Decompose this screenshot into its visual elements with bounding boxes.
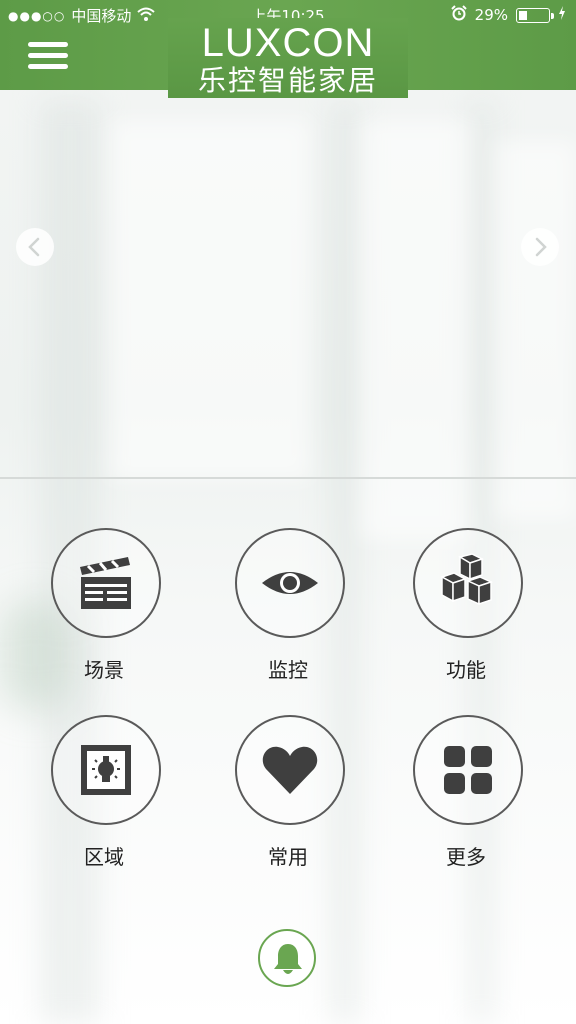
- battery-percent: 29%: [474, 6, 508, 24]
- app-screen: ●●●○○ 中国移动 上午10:25 29% LUXCON 乐控智能家居 场景 …: [0, 0, 576, 1024]
- tile-label: 场景: [84, 658, 124, 682]
- battery-icon: [516, 7, 554, 23]
- chevron-left-icon[interactable]: [16, 228, 54, 266]
- menu-icon[interactable]: [26, 40, 70, 72]
- clapperboard-icon: [51, 528, 161, 638]
- heart-icon: [235, 715, 345, 825]
- tile-area[interactable]: 区域: [31, 715, 181, 875]
- tile-label: 常用: [268, 845, 308, 869]
- tile-label: 功能: [446, 658, 486, 682]
- alarm-icon: [450, 5, 467, 25]
- tile-monitor[interactable]: 监控: [215, 528, 365, 688]
- tile-label: 更多: [446, 845, 486, 869]
- banner-carousel[interactable]: [0, 90, 576, 478]
- bell-icon[interactable]: [258, 929, 316, 987]
- tile-favorites[interactable]: 常用: [215, 715, 365, 875]
- logo: LUXCON 乐控智能家居: [168, 18, 408, 98]
- tile-label: 监控: [268, 658, 308, 682]
- chevron-right-icon[interactable]: [521, 228, 559, 266]
- tile-function[interactable]: 功能: [393, 528, 543, 688]
- cubes-icon: [413, 528, 523, 638]
- tile-scene[interactable]: 场景: [31, 528, 181, 688]
- tile-more[interactable]: 更多: [393, 715, 543, 875]
- grid-icon: [413, 715, 523, 825]
- logo-text-en: LUXCON: [201, 21, 375, 65]
- charging-icon: [558, 6, 566, 24]
- eye-icon: [235, 528, 345, 638]
- room-bulb-icon: [51, 715, 161, 825]
- divider: [0, 477, 576, 479]
- tile-label: 区域: [84, 845, 124, 869]
